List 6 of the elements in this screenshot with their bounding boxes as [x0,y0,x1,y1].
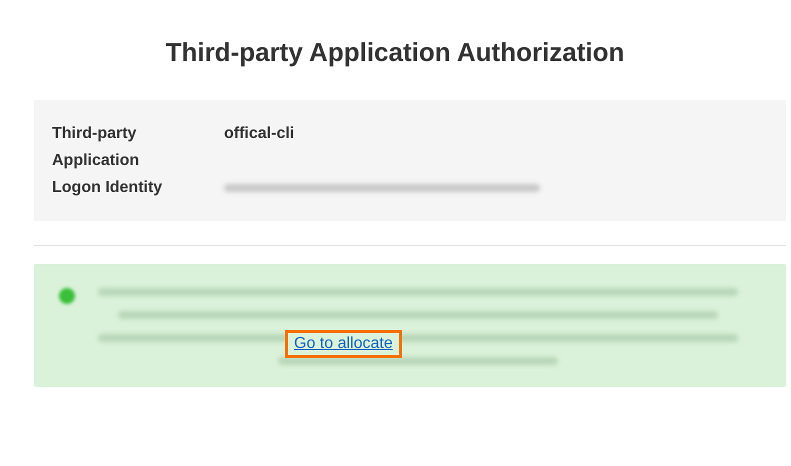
field-label: Third-party Application [52,124,140,171]
page-title: Third-party Application Authorization [164,36,626,69]
allocate-link[interactable]: Go to allocate [294,335,393,352]
field-label: Logon Identity [52,178,164,198]
status-icon [59,288,75,304]
field-value: offical-cli [224,124,296,144]
